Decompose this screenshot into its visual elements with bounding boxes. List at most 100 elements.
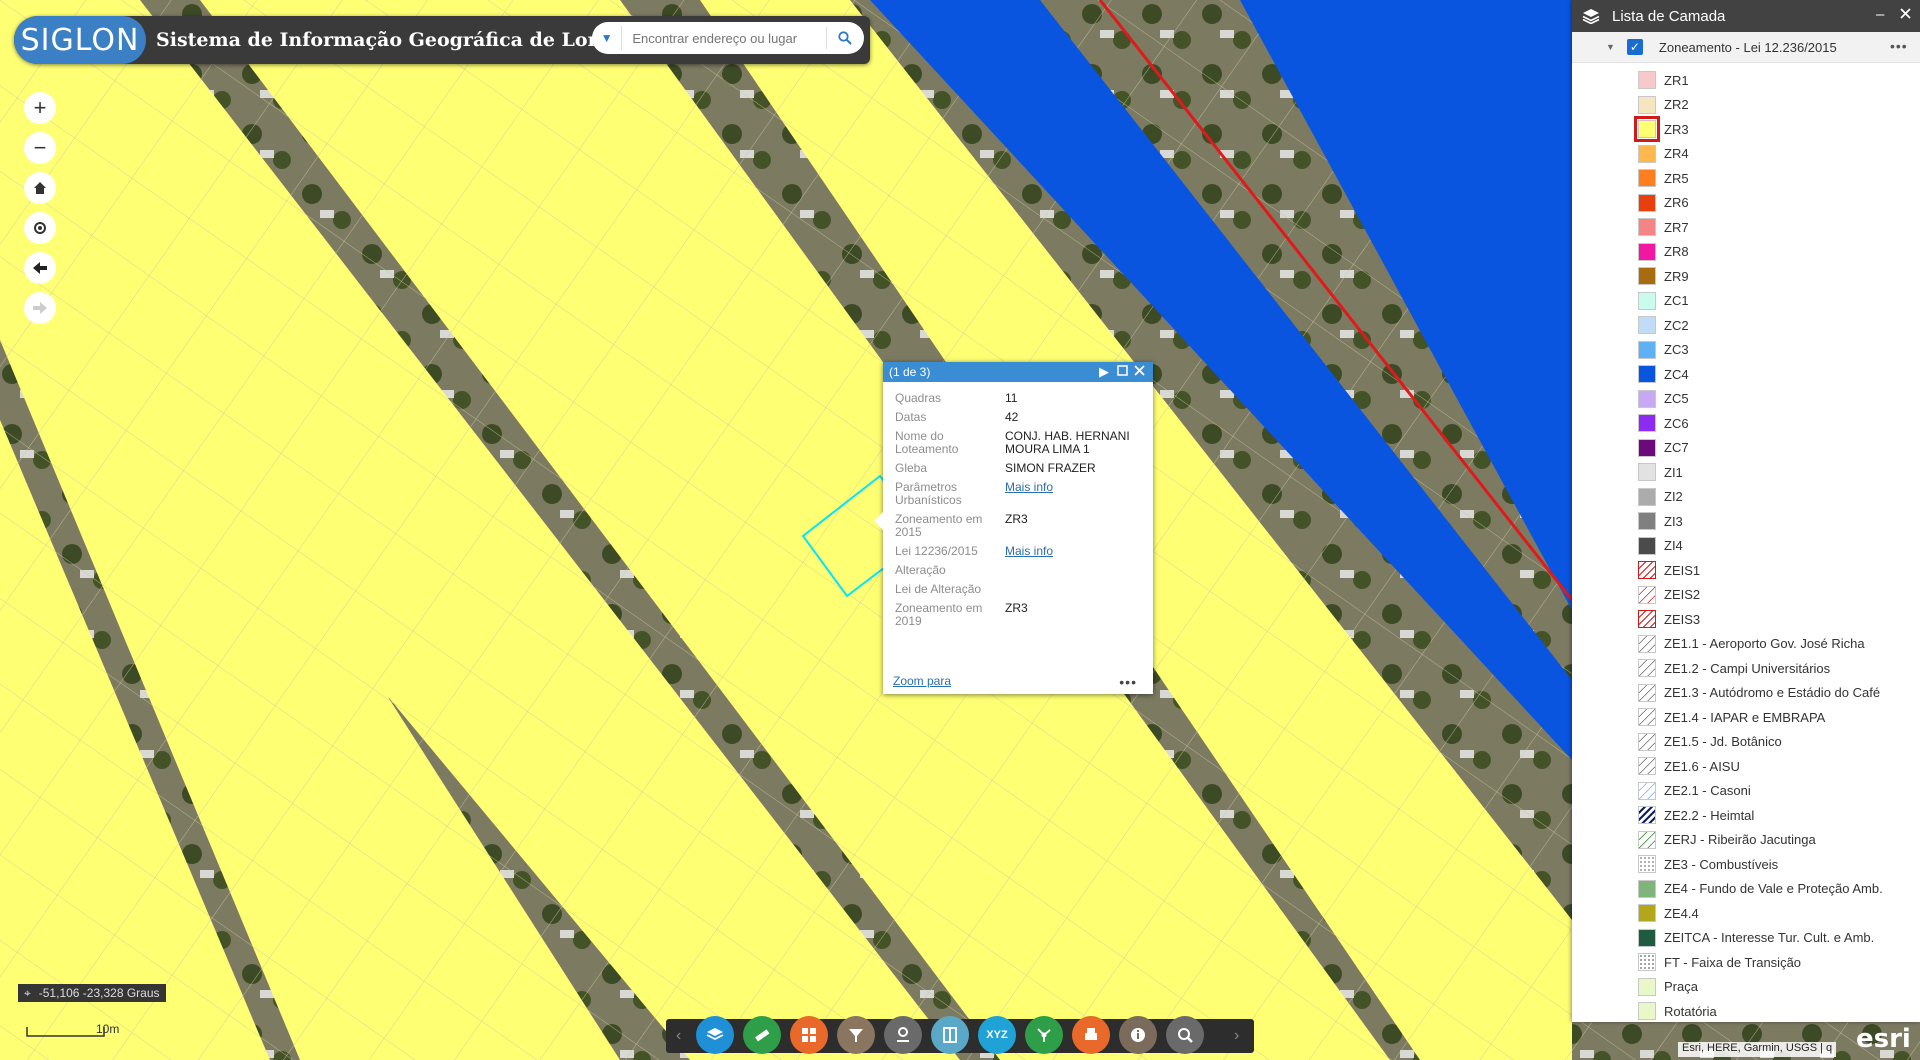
search-zoom-button[interactable] (1166, 1016, 1204, 1054)
legend-swatch (1638, 487, 1656, 506)
legend-item: ZR2 (1638, 95, 1689, 115)
legend-label: ZE1.3 - Autódromo e Estádio do Café (1664, 685, 1881, 700)
layer-list-title: Lista de Camada (1612, 7, 1726, 25)
home-button[interactable] (24, 172, 56, 204)
legend-item: ZE4.4 (1638, 903, 1699, 923)
legend-item: ZC2 (1638, 315, 1689, 335)
crosshair-icon[interactable]: ⌖ (24, 986, 31, 1001)
previous-extent-button[interactable] (24, 252, 56, 284)
layer-options-menu[interactable]: ••• (1890, 38, 1908, 54)
legend-label: ZC5 (1664, 391, 1689, 406)
xyz-coordinate-button[interactable]: XYZ (978, 1016, 1016, 1054)
popup-field-row: Zoneamento em 2019 ZR3 (895, 602, 1145, 628)
legend-label: ZEITCA - Interesse Tur. Cult. e Amb. (1664, 930, 1875, 945)
info-button[interactable] (1119, 1016, 1157, 1054)
legend-swatch (1638, 585, 1656, 604)
search-box: ▼ (592, 22, 864, 54)
layers-button[interactable] (696, 1016, 734, 1054)
legend-swatch (1638, 95, 1656, 114)
maximize-popup-button[interactable] (1117, 364, 1128, 379)
popup-field-label: Parâmetros Urbanísticos (895, 480, 962, 507)
xyz-coordinate-icon: XYZ (986, 1029, 1008, 1041)
legend-swatch (1634, 116, 1660, 142)
popup-more-info-link[interactable]: Mais info (1005, 481, 1145, 507)
popup-field-row: Datas 42 (895, 411, 1145, 424)
legend-swatch (1638, 904, 1656, 922)
legend-item: ZEIS1 (1638, 560, 1700, 580)
layer-row-zoneamento[interactable]: ▼ ✓ Zoneamento - Lei 12.236/2015 ••• (1572, 32, 1920, 63)
swipe-button[interactable] (931, 1016, 969, 1054)
basemap-gallery-icon (802, 1028, 816, 1042)
legend-label: ZE2.2 - Heimtal (1664, 807, 1755, 823)
legend-swatch (1638, 561, 1656, 579)
legend-swatch (1638, 830, 1656, 849)
legend-label: ZI1 (1664, 464, 1683, 480)
legend-swatch (1638, 218, 1656, 236)
query-button[interactable] (837, 1016, 875, 1054)
collapse-layer-icon[interactable]: ▼ (1606, 42, 1615, 52)
legend-item: ZR6 (1638, 193, 1689, 213)
popup-field-label: Quadras (895, 391, 942, 405)
legend-swatch (1638, 732, 1656, 751)
close-panel-button[interactable] (1900, 6, 1911, 23)
measure-button[interactable] (743, 1016, 781, 1054)
popup-more-info-link[interactable]: Mais info (1005, 545, 1145, 558)
siglon-logo[interactable]: SIGLON (14, 16, 146, 64)
legend-item: ZR9 (1638, 266, 1689, 286)
draw-button[interactable] (884, 1016, 922, 1054)
legend-label: FT - Faixa de Transição (1664, 954, 1802, 970)
scale-label: 10m (96, 1022, 120, 1036)
share-button[interactable] (1025, 1016, 1063, 1054)
locate-button[interactable] (24, 212, 56, 244)
locate-icon (34, 222, 46, 234)
print-icon (1085, 1028, 1097, 1040)
popup-field-label: Zoneamento em 2019 (895, 601, 983, 628)
legend-label: ZC1 (1664, 293, 1689, 308)
legend-item: ZE1.6 - AISU (1638, 756, 1740, 776)
popup-field-label: Alteração (895, 563, 946, 577)
print-button[interactable] (1072, 1016, 1110, 1054)
map-attribution: Esri, HERE, Garmin, USGS | q (1678, 1042, 1837, 1057)
popup-more-menu[interactable]: ••• (1119, 674, 1137, 690)
next-extent-button[interactable] (24, 292, 56, 324)
legend-swatch (1638, 291, 1656, 310)
legend-item: ZC7 (1638, 438, 1689, 458)
toolbar-previous-button[interactable]: ‹ (676, 1027, 681, 1045)
next-feature-button[interactable]: ▶ (1099, 364, 1109, 380)
popup-feature-count: (1 de 3) (889, 365, 931, 379)
popup-field-row: Nome do Loteamento CONJ. HAB. HERNANI MOU… (895, 430, 1145, 456)
legend-label: ZR6 (1664, 195, 1689, 210)
zoom-out-button[interactable]: − (24, 132, 56, 164)
popup-pointer (874, 512, 883, 530)
popup-field-row: Quadras 11 (895, 392, 1145, 405)
zoom-to-link[interactable]: Zoom para (893, 674, 951, 688)
layer-list-panel: Lista de Camada – ▼ ✓ Zoneamento - Lei 1… (1572, 0, 1920, 1022)
search-source-dropdown[interactable]: ▼ (592, 31, 621, 45)
legend-item: Rotatória (1638, 1001, 1717, 1021)
legend-item: Praça (1638, 977, 1698, 997)
popup-field-label: Gleba (895, 461, 928, 475)
minimize-panel-button[interactable]: – (1876, 6, 1884, 23)
legend-label: Rotatória (1664, 1003, 1717, 1019)
toolbar-next-button[interactable]: › (1234, 1027, 1239, 1045)
layer-visibility-checkbox[interactable]: ✓ (1626, 39, 1643, 55)
basemap-gallery-button[interactable] (790, 1016, 828, 1054)
app-header: SIGLON Sistema de Informação Geográfica … (14, 16, 870, 64)
legend-swatch (1638, 144, 1656, 163)
legend-label: ZE1.4 - IAPAR e EMBRAPA (1664, 709, 1826, 725)
zoom-in-button[interactable]: + (24, 92, 56, 124)
legend-swatch (1638, 242, 1656, 261)
layers-icon (1582, 9, 1600, 24)
search-button[interactable] (825, 27, 864, 49)
legend-label: ZR7 (1664, 219, 1689, 235)
popup-field-row: Parâmetros Urbanísticos Mais info (895, 481, 1145, 507)
legend-swatch (1638, 977, 1656, 996)
legend-item: ZR1 (1638, 70, 1689, 90)
legend-swatch (1638, 169, 1656, 187)
arrow-left-icon (33, 262, 47, 274)
legend-item: ZE2.1 - Casoni (1638, 781, 1751, 801)
close-popup-button[interactable] (1134, 364, 1145, 379)
search-input[interactable] (621, 26, 826, 50)
legend-item: ZC6 (1638, 413, 1689, 433)
legend-swatch (1638, 512, 1656, 530)
